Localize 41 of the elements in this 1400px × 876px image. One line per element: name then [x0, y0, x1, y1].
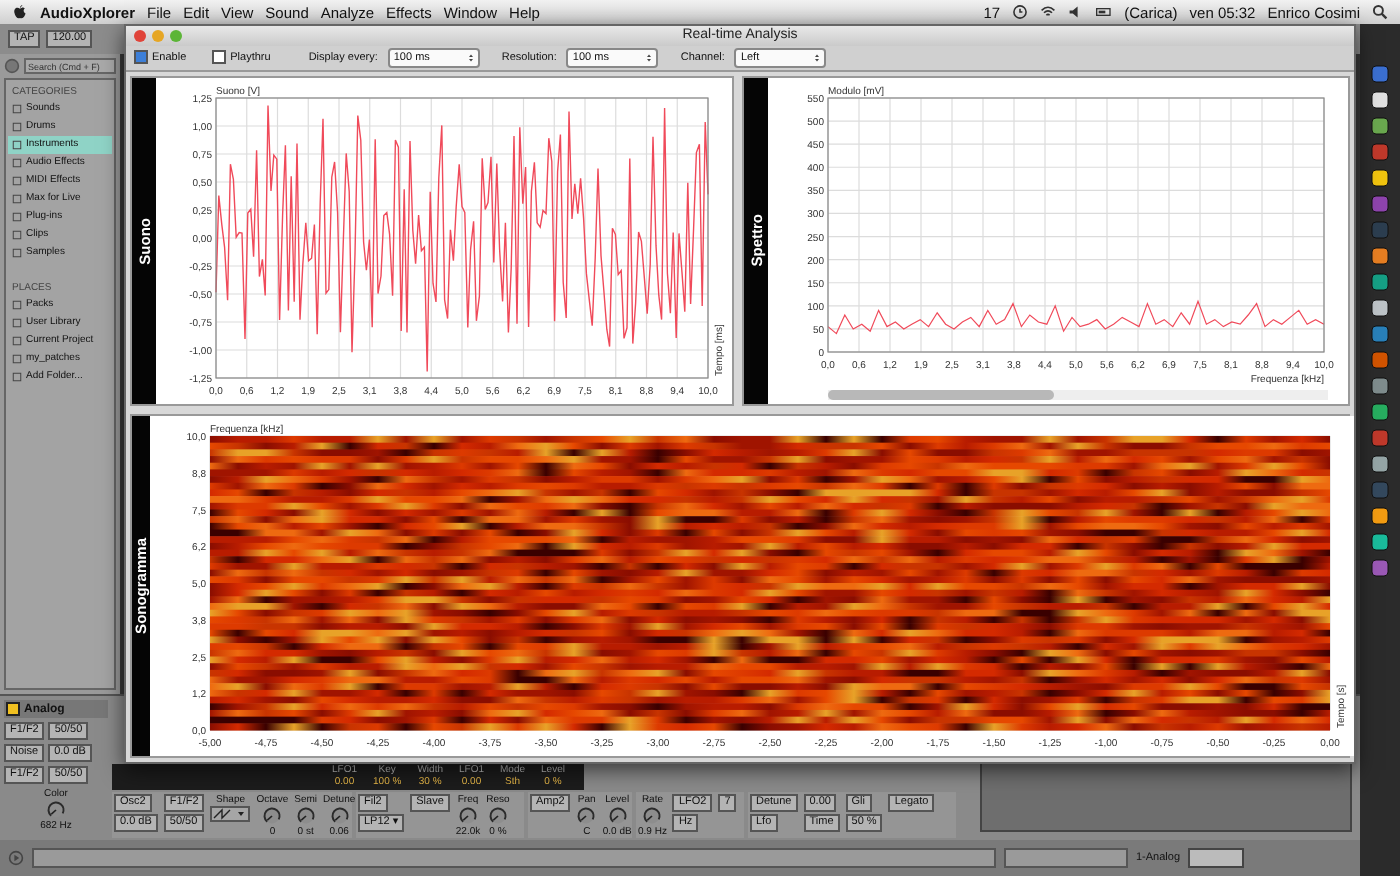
checkbox[interactable] [134, 50, 148, 65]
scrollbar[interactable] [828, 390, 1328, 400]
knob[interactable] [458, 806, 479, 826]
square-icon [12, 104, 22, 114]
close-button[interactable] [134, 29, 146, 42]
knob[interactable] [642, 806, 663, 826]
checkbox[interactable] [212, 50, 227, 65]
logo-icon[interactable] [12, 4, 28, 20]
square-icon [12, 212, 22, 222]
square-icon [12, 354, 22, 364]
battery-icon[interactable] [1096, 4, 1113, 20]
knob[interactable] [607, 806, 628, 826]
square-icon [12, 140, 22, 150]
square-icon [12, 194, 22, 204]
square-icon [12, 248, 22, 258]
updown-arrows-icon [467, 51, 474, 64]
square-icon [12, 122, 22, 132]
wifi-icon[interactable] [1040, 4, 1057, 20]
square-icon [12, 230, 22, 240]
track-indicator [1188, 848, 1245, 868]
updown-arrows-icon [814, 51, 821, 64]
square-icon [12, 318, 22, 328]
knob[interactable] [487, 806, 508, 826]
updown-arrows-icon [646, 51, 653, 64]
square-icon [12, 300, 22, 310]
knob[interactable] [576, 806, 597, 826]
square-icon [12, 336, 22, 346]
browse-icon[interactable] [4, 58, 20, 74]
square-icon [12, 158, 22, 168]
knob[interactable] [262, 806, 283, 826]
status-field [1004, 848, 1128, 868]
knob[interactable] [295, 806, 316, 826]
device-power-toggle[interactable] [6, 702, 20, 716]
waveform-dropdown[interactable] [210, 806, 251, 822]
clock-icon[interactable] [1012, 4, 1029, 20]
square-icon [12, 372, 22, 382]
scrollbar-thumb[interactable] [828, 390, 1053, 400]
knob[interactable] [329, 806, 350, 826]
knob[interactable] [46, 800, 66, 820]
search-icon[interactable] [1372, 4, 1388, 20]
square-icon [12, 176, 22, 186]
